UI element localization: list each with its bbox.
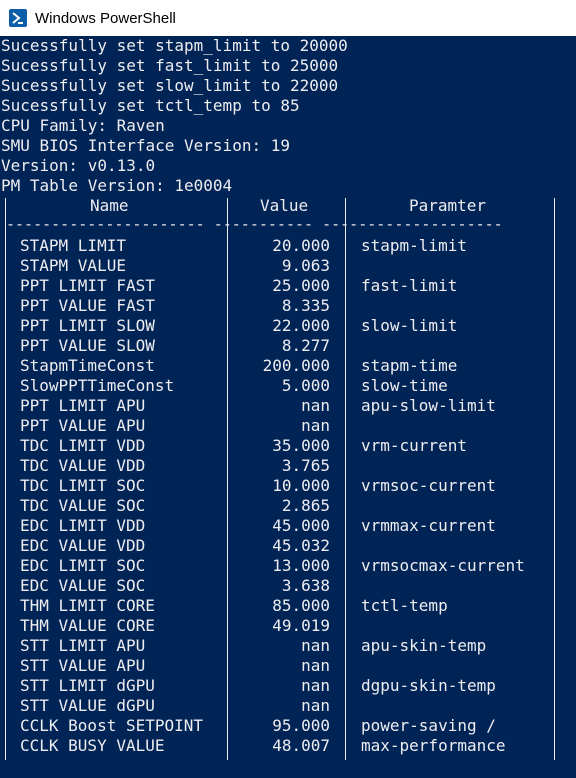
row-param: tctl-temp [361,596,448,615]
row-name: EDC LIMIT SOC [20,556,146,575]
row-name: THM VALUE CORE [20,616,155,635]
title-bar[interactable]: Windows PowerShell [0,0,576,36]
row-param: apu-skin-temp [361,636,487,655]
row-param: max-performance [361,736,506,755]
row-value: nan [301,696,330,715]
row-value: nan [301,636,330,655]
console-area[interactable]: Sucessfully set stapm_limit to 20000 Suc… [0,36,576,778]
row-param: slow-time [361,376,448,395]
row-value: 45.032 [272,536,330,555]
header-paramter: Paramter [409,196,487,215]
row-name: STAPM LIMIT [20,236,126,255]
powershell-icon [9,9,27,27]
row-value: 48.007 [272,736,330,755]
output-line: SMU BIOS Interface Version: 19 [1,136,290,155]
row-value: 35.000 [272,436,330,455]
output-line: CPU Family: Raven [1,116,165,135]
header-name: Name [90,196,129,215]
row-name: TDC LIMIT SOC [20,476,146,495]
output-line: Sucessfully set tctl_temp to 85 [1,96,300,115]
row-param: vrm-current [361,436,467,455]
row-param: vrmsocmax-current [361,556,525,575]
row-name: EDC VALUE VDD [20,536,146,555]
row-value: 3.638 [281,576,330,595]
row-name: PPT LIMIT SLOW [20,316,155,335]
row-value: 8.335 [281,296,330,315]
row-name: PPT LIMIT APU [20,396,146,415]
row-param: stapm-limit [361,236,467,255]
row-name: PPT VALUE FAST [20,296,155,315]
table-border-left [5,198,6,760]
row-param: dgpu-skin-temp [361,676,496,695]
row-name: STT LIMIT APU [20,636,146,655]
row-name: THM LIMIT CORE [20,596,155,615]
row-value: nan [301,656,330,675]
row-value: 3.765 [281,456,330,475]
row-name: PPT VALUE APU [20,416,146,435]
row-name: TDC VALUE VDD [20,456,146,475]
row-name: STAPM VALUE [20,256,126,275]
row-name: StapmTimeConst [20,356,155,375]
row-name: PPT LIMIT FAST [20,276,155,295]
header-value: Value [260,196,309,215]
row-param: slow-limit [361,316,458,335]
row-param: stapm-time [361,356,458,375]
row-name: STT LIMIT dGPU [20,676,155,695]
row-param: power-saving / [361,716,496,735]
row-value: nan [301,676,330,695]
row-name: EDC VALUE SOC [20,576,146,595]
row-param: apu-slow-limit [361,396,496,415]
row-value: 13.000 [272,556,330,575]
row-value: nan [301,416,330,435]
row-value: 95.000 [272,716,330,735]
row-param: vrmsoc-current [361,476,496,495]
table-border-right [554,198,555,760]
row-value: 8.277 [281,336,330,355]
row-value: nan [301,396,330,415]
row-value: 5.000 [281,376,330,395]
row-name: TDC LIMIT VDD [20,436,146,455]
row-value: 49.019 [272,616,330,635]
row-name: PPT VALUE SLOW [20,336,155,355]
row-name: CCLK BUSY VALUE [20,736,165,755]
row-value: 2.865 [281,496,330,515]
header-separator: ---------------------- ----------- -----… [6,215,503,233]
output-line: Sucessfully set stapm_limit to 20000 [1,36,348,55]
row-value: 20.000 [272,236,330,255]
row-value: 45.000 [272,516,330,535]
row-value: 10.000 [272,476,330,495]
output-line: Sucessfully set fast_limit to 25000 [1,56,339,75]
row-name: SlowPPTTimeConst [20,376,175,395]
row-value: 9.063 [281,256,330,275]
table-border-mid1 [227,198,228,760]
window-title: Windows PowerShell [35,9,176,27]
row-value: 22.000 [272,316,330,335]
row-name: STT VALUE dGPU [20,696,155,715]
output-line: Sucessfully set slow_limit to 22000 [1,76,339,95]
row-param: vrmmax-current [361,516,496,535]
row-value: 25.000 [272,276,330,295]
row-param: fast-limit [361,276,458,295]
table-border-mid2 [345,198,346,760]
row-name: EDC LIMIT VDD [20,516,146,535]
row-name: STT VALUE APU [20,656,146,675]
row-name: TDC VALUE SOC [20,496,146,515]
row-value: 85.000 [272,596,330,615]
row-value: 200.000 [262,356,330,375]
output-line: Version: v0.13.0 [1,156,156,175]
row-name: CCLK Boost SETPOINT [20,716,204,735]
output-line: PM Table Version: 1e0004 [1,176,233,195]
